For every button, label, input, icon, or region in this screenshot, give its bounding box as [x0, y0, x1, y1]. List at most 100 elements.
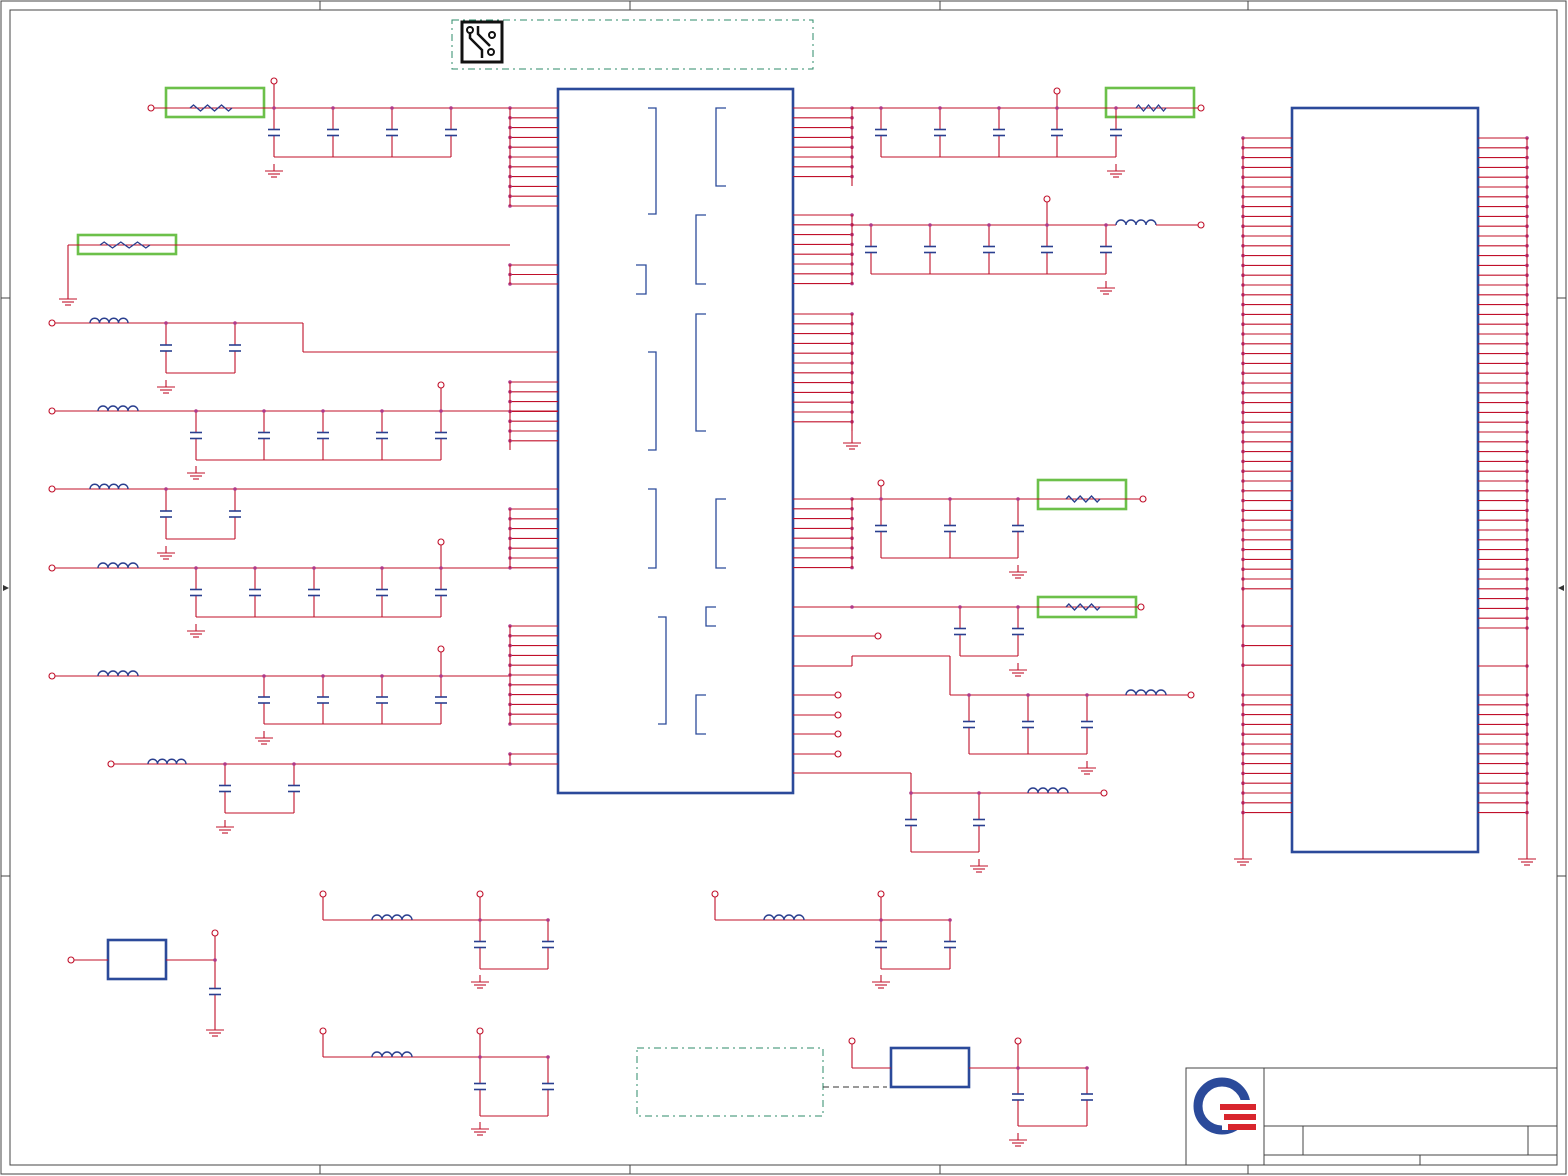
junction-dot: [987, 223, 991, 227]
power-port-icon: [1043, 195, 1051, 203]
inductor-symbol: [763, 914, 805, 921]
junction-dot: [546, 918, 550, 922]
resistor-symbol: [1135, 103, 1167, 113]
power-port-icon: [319, 890, 327, 898]
inductor-symbol: [1125, 689, 1167, 696]
power-port-icon: [848, 1037, 856, 1045]
junction-dot: [312, 566, 316, 570]
junction-dot: [292, 762, 296, 766]
junction-dot: [449, 106, 453, 110]
power-port-icon: [834, 750, 842, 758]
junction-dot: [879, 106, 883, 110]
power-port-icon: [1197, 104, 1205, 112]
junction-dot: [1016, 605, 1020, 609]
title-block: [1185, 1067, 1558, 1166]
junction-dot: [977, 791, 981, 795]
drawing-frame: [0, 0, 1567, 1175]
main-ic: [556, 87, 795, 795]
junction-dot: [380, 674, 384, 678]
junction-dot: [967, 693, 971, 697]
junction-dot: [380, 566, 384, 570]
power-port-icon: [476, 1027, 484, 1035]
junction-dot: [194, 566, 198, 570]
inductor-symbol: [97, 562, 139, 569]
lower-components: [106, 938, 971, 1117]
junction-dot: [1016, 497, 1020, 501]
junction-dot: [223, 762, 227, 766]
junction-dot: [439, 409, 443, 413]
junction-dot: [478, 1055, 482, 1059]
power-port-icon: [270, 77, 278, 85]
power-port-icon: [874, 632, 882, 640]
highlighted-resistors: [76, 86, 1196, 619]
junction-dot: [321, 409, 325, 413]
junction-dot: [390, 106, 394, 110]
power-port-icon: [147, 104, 155, 112]
connector-block: [1290, 106, 1480, 854]
inductor-symbol: [97, 405, 139, 412]
power-port-icon: [437, 381, 445, 389]
junction-dot: [909, 791, 913, 795]
junction-dot: [233, 487, 237, 491]
junction-dot: [958, 605, 962, 609]
inductor-symbol: [1115, 219, 1157, 226]
junction-dot: [948, 497, 952, 501]
power-port-icon: [48, 672, 56, 680]
inductor-symbol: [1027, 787, 1069, 794]
resistor-symbol: [189, 104, 233, 112]
inductor-symbol: [97, 670, 139, 677]
junction-dot: [262, 674, 266, 678]
power-port-icon: [211, 929, 219, 937]
inductor-symbol: [89, 483, 129, 490]
junction-dot: [850, 605, 854, 609]
junction-dot: [331, 106, 335, 110]
power-port-icon: [834, 730, 842, 738]
inductor-symbol: [371, 1051, 413, 1058]
inductor-symbol: [147, 758, 187, 765]
power-port-icon: [437, 645, 445, 653]
power-port-icon: [1100, 789, 1108, 797]
junction-dot: [213, 958, 217, 962]
company-logo: [1193, 1077, 1258, 1135]
junction-dot: [879, 918, 883, 922]
junction-dot: [546, 1055, 550, 1059]
junction-dot: [164, 321, 168, 325]
power-port-icon: [107, 760, 115, 768]
junction-dot: [1045, 223, 1049, 227]
junction-dot: [272, 106, 276, 110]
power-port-icon: [437, 538, 445, 546]
power-port-icon: [48, 485, 56, 493]
power-port-icon: [48, 407, 56, 415]
power-port-icon: [319, 1027, 327, 1035]
inductor-symbol: [371, 914, 413, 921]
power-port-icon: [1014, 1037, 1022, 1045]
power-port-icon: [1137, 603, 1145, 611]
junction-dot: [253, 566, 257, 570]
junction-dot: [321, 674, 325, 678]
junction-dot: [938, 106, 942, 110]
junction-dot: [262, 409, 266, 413]
junction-dot: [1026, 693, 1030, 697]
junction-dot: [928, 223, 932, 227]
junction-dot: [879, 497, 883, 501]
pcb-note: [451, 19, 814, 70]
inductor-symbol: [89, 317, 129, 324]
junction-dot: [478, 918, 482, 922]
power-port-icon: [711, 890, 719, 898]
resistor-symbol: [1065, 495, 1101, 503]
junction-dot: [380, 409, 384, 413]
power-port-icon: [834, 711, 842, 719]
junction-dot: [164, 487, 168, 491]
power-port-icon: [877, 479, 885, 487]
junction-dot: [948, 918, 952, 922]
power-port-icon: [834, 691, 842, 699]
junction-dot: [439, 674, 443, 678]
junction-dot: [1055, 106, 1059, 110]
power-port-icon: [48, 564, 56, 572]
junction-dot: [1085, 693, 1089, 697]
power-port-icon: [67, 956, 75, 964]
junction-dot: [997, 106, 1001, 110]
circuit-board-icon: [460, 20, 504, 64]
power-port-icon: [1053, 87, 1061, 95]
power-port-icon: [1139, 495, 1147, 503]
